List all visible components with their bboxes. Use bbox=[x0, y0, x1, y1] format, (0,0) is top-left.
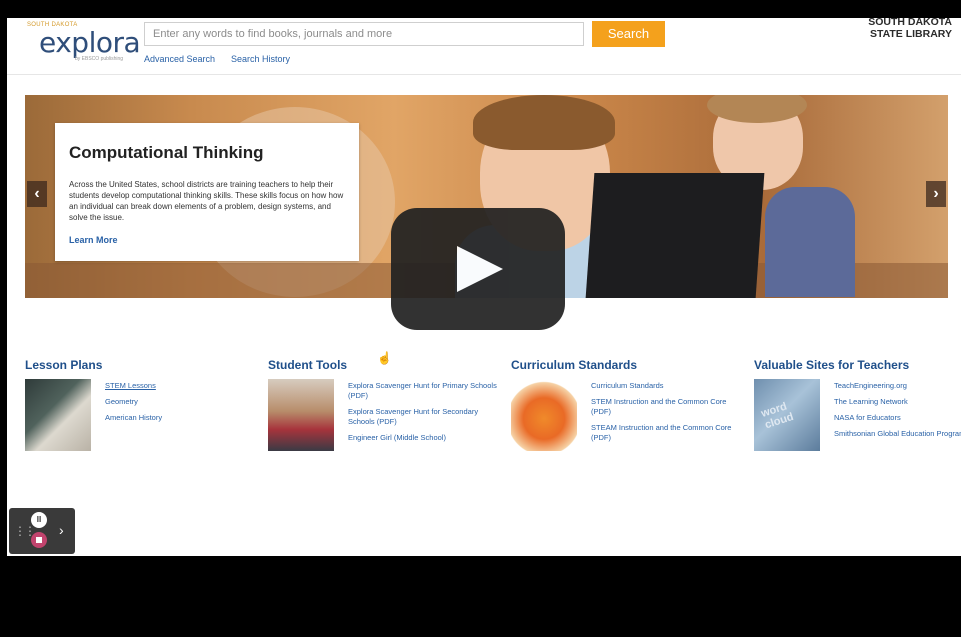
hero-photo-girl-dress bbox=[765, 187, 855, 297]
play-icon bbox=[457, 246, 503, 292]
search-input[interactable] bbox=[144, 22, 584, 46]
library-line-1: SOUTH DAKOTA bbox=[868, 18, 952, 28]
curriculum-link[interactable]: STEM Instruction and the Common Core (PD… bbox=[591, 397, 741, 417]
lesson-plans-section: Lesson Plans STEM Lessons Geometry Ameri… bbox=[25, 358, 255, 451]
video-play-button[interactable] bbox=[391, 208, 565, 330]
student-tool-link[interactable]: Explora Scavenger Hunt for Primary Schoo… bbox=[348, 381, 498, 401]
stop-record-icon[interactable] bbox=[31, 532, 47, 548]
top-bar: SOUTH DAKOTA explora by EBSCO publishing… bbox=[7, 18, 961, 75]
carousel-prev-button[interactable]: ‹ bbox=[27, 181, 47, 207]
lesson-plans-thumbnail bbox=[25, 379, 91, 451]
hero-body: Across the United States, school distric… bbox=[69, 180, 344, 222]
student-tool-link[interactable]: Explora Scavenger Hunt for Secondary Sch… bbox=[348, 407, 498, 427]
curriculum-link[interactable]: Curriculum Standards bbox=[591, 381, 741, 391]
hand-cursor-icon: ☝ bbox=[377, 351, 392, 365]
apple-thumbnail bbox=[511, 379, 577, 451]
student-tool-link[interactable]: Engineer Girl (Middle School) bbox=[348, 433, 498, 443]
word-cloud-thumbnail: word cloud bbox=[754, 379, 820, 451]
explora-logo[interactable]: SOUTH DAKOTA explora by EBSCO publishing bbox=[27, 22, 141, 64]
lesson-link[interactable]: American History bbox=[105, 413, 255, 423]
valuable-sites-section: Valuable Sites for Teachers word cloud T… bbox=[754, 358, 961, 451]
chevron-right-icon[interactable]: › bbox=[59, 522, 64, 538]
logo-subtitle: by EBSCO publishing bbox=[75, 56, 124, 62]
hero-photo-boy-hair bbox=[473, 95, 615, 150]
lesson-link[interactable]: STEM Lessons bbox=[105, 381, 255, 391]
search-button[interactable]: Search bbox=[592, 21, 665, 47]
hero-card: Computational Thinking Across the United… bbox=[55, 123, 359, 261]
teacher-site-link[interactable]: NASA for Educators bbox=[834, 413, 961, 423]
library-name: SOUTH DAKOTA STATE LIBRARY bbox=[852, 18, 952, 40]
search-history-link[interactable]: Search History bbox=[231, 54, 290, 64]
valuable-sites-title: Valuable Sites for Teachers bbox=[754, 358, 910, 372]
library-line-2: STATE LIBRARY bbox=[869, 28, 952, 40]
carousel-next-button[interactable]: › bbox=[926, 181, 946, 207]
curriculum-standards-section: Curriculum Standards Curriculum Standard… bbox=[511, 358, 741, 451]
lesson-plans-title: Lesson Plans bbox=[25, 358, 103, 372]
logo-wordmark: explora bbox=[39, 26, 141, 59]
teacher-site-link[interactable]: Smithsonian Global Education Program bbox=[834, 429, 961, 439]
lesson-link[interactable]: Geometry bbox=[105, 397, 255, 407]
recording-widget[interactable]: ⋮⋮ II › bbox=[9, 508, 75, 554]
student-tools-thumbnail bbox=[268, 379, 334, 451]
teacher-site-link[interactable]: TeachEngineering.org bbox=[834, 381, 961, 391]
word-cloud-text: word cloud bbox=[759, 400, 796, 432]
pause-icon[interactable]: II bbox=[31, 512, 47, 528]
advanced-search-link[interactable]: Advanced Search bbox=[144, 54, 215, 64]
teacher-site-link[interactable]: The Learning Network bbox=[834, 397, 961, 407]
hero-photo-laptop bbox=[585, 173, 765, 298]
hero-title: Computational Thinking bbox=[69, 143, 264, 162]
learn-more-link[interactable]: Learn More bbox=[69, 235, 118, 245]
curriculum-link[interactable]: STEAM Instruction and the Common Core (P… bbox=[591, 423, 741, 443]
curriculum-standards-title: Curriculum Standards bbox=[511, 358, 638, 372]
